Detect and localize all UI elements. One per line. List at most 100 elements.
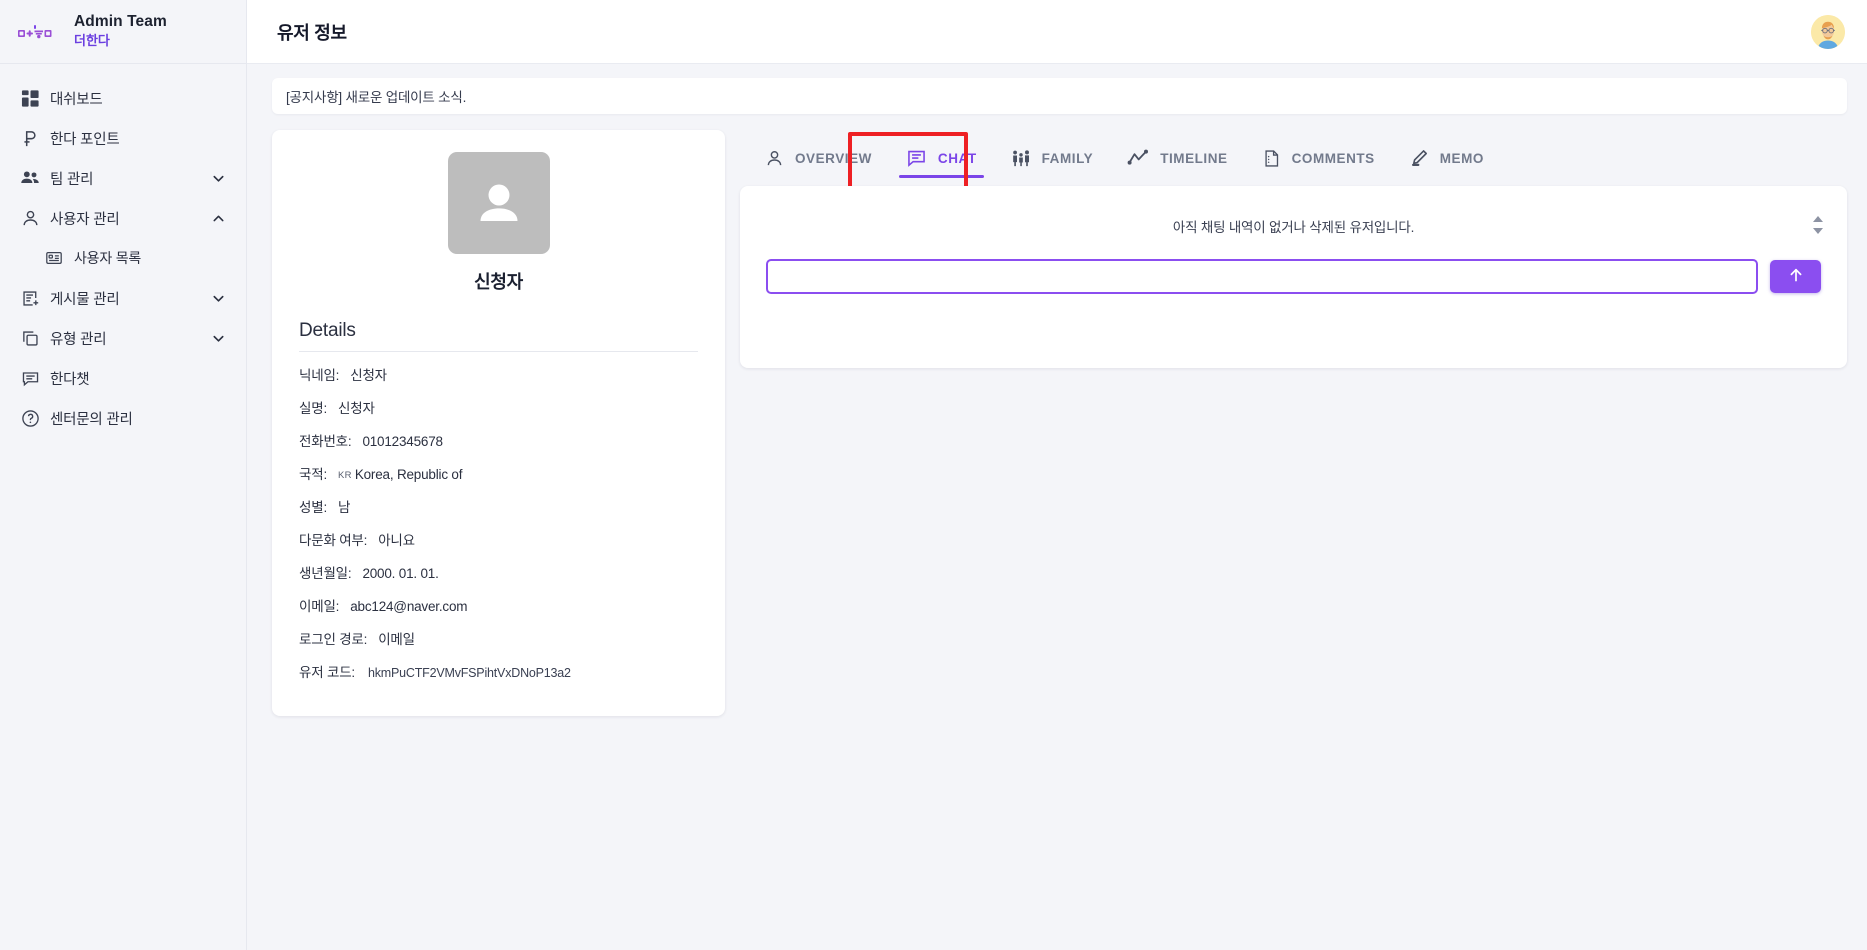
tab-label: COMMENTS (1291, 150, 1375, 166)
sidebar-item-label: 한다 포인트 (50, 131, 120, 148)
detail-value: 남 (338, 500, 351, 515)
tab-memo[interactable]: MEMO (1392, 130, 1501, 186)
detail-row: 전화번호: 01012345678 (299, 430, 698, 450)
sidebar-item-dashboard[interactable]: 대쉬보드 (0, 78, 246, 118)
detail-row: 다문화 여부: 아니요 (299, 529, 698, 549)
detail-value: 신청자 (338, 401, 375, 416)
top-header: 유저 정보 (247, 0, 1867, 64)
chevron-up-icon[interactable] (211, 211, 226, 226)
person-placeholder-icon (447, 152, 550, 254)
tab-label: MEMO (1439, 150, 1484, 166)
tab-chat[interactable]: CHAT (889, 130, 994, 186)
content-area: [공지사항] 새로운 업데이트 소식. 신청자 Details 닉네임: 신청자… (247, 64, 1867, 950)
sidebar-item-point[interactable]: 한다 포인트 (0, 118, 246, 158)
sidebar-item-label: 사용자 관리 (50, 211, 120, 228)
chevron-down-icon[interactable] (211, 331, 226, 346)
sidebar-item-label: 대쉬보드 (50, 91, 103, 108)
detail-value-nationality: KR Korea, Republic of (338, 467, 462, 482)
chevron-down-icon[interactable] (211, 171, 226, 186)
family-icon (1011, 148, 1031, 168)
detail-key: 생년월일: (299, 566, 352, 581)
detail-key: 국적: (299, 467, 327, 482)
tab-timeline[interactable]: TIMELINE (1110, 130, 1244, 186)
detail-row: 이메일: abc124@naver.com (299, 595, 698, 615)
sidebar-item-label: 사용자 목록 (74, 250, 142, 266)
sidebar-item-label: 게시물 관리 (50, 291, 120, 308)
sidebar: Admin Team 더한다 대쉬보드 한다 포인트 팀 관리 사용자 관리 사… (0, 0, 247, 950)
detail-key: 이메일: (299, 599, 340, 614)
tab-label: CHAT (937, 150, 977, 166)
detail-key: 유저 코드: (299, 665, 355, 680)
tab-comments[interactable]: COMMENTS (1245, 130, 1392, 186)
detail-key: 닉네임: (299, 368, 340, 383)
pencil-edit-icon (1409, 148, 1429, 168)
chat-input-row (766, 259, 1821, 294)
detail-value: 신청자 (350, 368, 387, 383)
sidebar-item-team[interactable]: 팀 관리 (0, 158, 246, 198)
detail-row: 국적: KR Korea, Republic of (299, 463, 698, 483)
chat-bubble-icon (906, 148, 927, 169)
brand-subtitle: 더한다 (74, 32, 110, 48)
tab-overview[interactable]: OVERVIEW (748, 130, 889, 186)
profile-name: 신청자 (474, 272, 523, 292)
chevron-down-icon[interactable] (211, 291, 226, 306)
details-list: 닉네임: 신청자 실명: 신청자 전화번호: 01012345678 국적: K… (286, 352, 711, 681)
header-actions (1811, 14, 1845, 49)
sidebar-item-user-management[interactable]: 사용자 관리 (0, 198, 246, 238)
arrow-up-icon (1787, 266, 1805, 287)
send-message-button[interactable] (1770, 260, 1821, 293)
sidebar-item-handachat[interactable]: 한다챗 (0, 358, 246, 398)
copy-icon (10, 329, 50, 348)
app-root: Admin Team 더한다 대쉬보드 한다 포인트 팀 관리 사용자 관리 사… (0, 0, 1867, 950)
sidebar-item-label: 팀 관리 (50, 171, 94, 188)
document-icon (1262, 149, 1281, 168)
detail-row: 생년월일: 2000. 01. 01. (299, 562, 698, 582)
notice-text: [공지사항] 새로운 업데이트 소식. (286, 90, 467, 105)
sidebar-item-label: 센터문의 관리 (50, 411, 133, 428)
sidebar-item-user-list[interactable]: 사용자 목록 (0, 238, 246, 278)
detail-value: abc124@naver.com (350, 599, 468, 614)
post-add-icon (10, 289, 50, 308)
tab-family[interactable]: FAMILY (994, 130, 1111, 186)
profile-card: 신청자 Details 닉네임: 신청자 실명: 신청자 전화번호: 01012… (272, 130, 725, 716)
help-circle-icon (10, 409, 50, 428)
detail-value: 아니요 (378, 533, 415, 548)
더한다-logo-icon (16, 18, 60, 46)
tab-label: FAMILY (1041, 150, 1094, 166)
detail-row: 로그인 경로: 이메일 (299, 628, 698, 648)
user-avatar[interactable] (1811, 14, 1845, 49)
notice-banner[interactable]: [공지사항] 새로운 업데이트 소식. (272, 78, 1847, 114)
detail-key: 다문화 여부: (299, 533, 368, 548)
chat-empty-message: 아직 채팅 내역이 없거나 삭제된 유저입니다. (1172, 220, 1415, 235)
chat-scroll-arrows[interactable] (1813, 216, 1823, 234)
sidebar-item-label: 유형 관리 (50, 331, 107, 348)
detail-value: 이메일 (378, 632, 415, 647)
profile-photo-wrap (286, 152, 711, 254)
detail-key: 성별: (299, 500, 327, 515)
main-area: 유저 정보 [공지사항] 새로운 업데이트 소식. 신청자 Details 닉네… (247, 0, 1867, 950)
detail-key: 전화번호: (299, 434, 352, 449)
tab-label: TIMELINE (1160, 150, 1228, 166)
chat-message-input[interactable] (766, 259, 1758, 294)
person-icon (10, 209, 50, 228)
detail-row: 실명: 신청자 (299, 397, 698, 417)
brand-name: Admin Team (74, 13, 167, 31)
columns-wrapper: 신청자 Details 닉네임: 신청자 실명: 신청자 전화번호: 01012… (272, 130, 1847, 716)
detail-value: hkmPuCTF2VMvFSPihtVxDNoP13a2 (367, 666, 571, 680)
sidebar-brand-header[interactable]: Admin Team 더한다 (0, 0, 246, 64)
sidebar-item-label: 한다챗 (50, 371, 90, 388)
sidebar-item-post-management[interactable]: 게시물 관리 (0, 278, 246, 318)
list-card-icon (34, 249, 74, 267)
chat-panel: 아직 채팅 내역이 없거나 삭제된 유저입니다. (740, 186, 1847, 368)
detail-row: 성별: 남 (299, 496, 698, 516)
right-panel: OVERVIEW CHAT FAMILY TIMELINE COMMENTS M… (740, 130, 1847, 368)
sidebar-item-type-management[interactable]: 유형 관리 (0, 318, 246, 358)
detail-key: 실명: (299, 401, 327, 416)
triangle-down-icon[interactable] (1813, 228, 1823, 234)
tab-label: OVERVIEW (795, 150, 872, 166)
detail-row: 닉네임: 신청자 (299, 364, 698, 384)
country-code-label: KR (338, 470, 352, 481)
sidebar-item-center-inquiry[interactable]: 센터문의 관리 (0, 398, 246, 438)
sidebar-nav: 대쉬보드 한다 포인트 팀 관리 사용자 관리 사용자 목록 게시물 관리 유형… (0, 64, 246, 438)
triangle-up-icon[interactable] (1813, 216, 1823, 222)
